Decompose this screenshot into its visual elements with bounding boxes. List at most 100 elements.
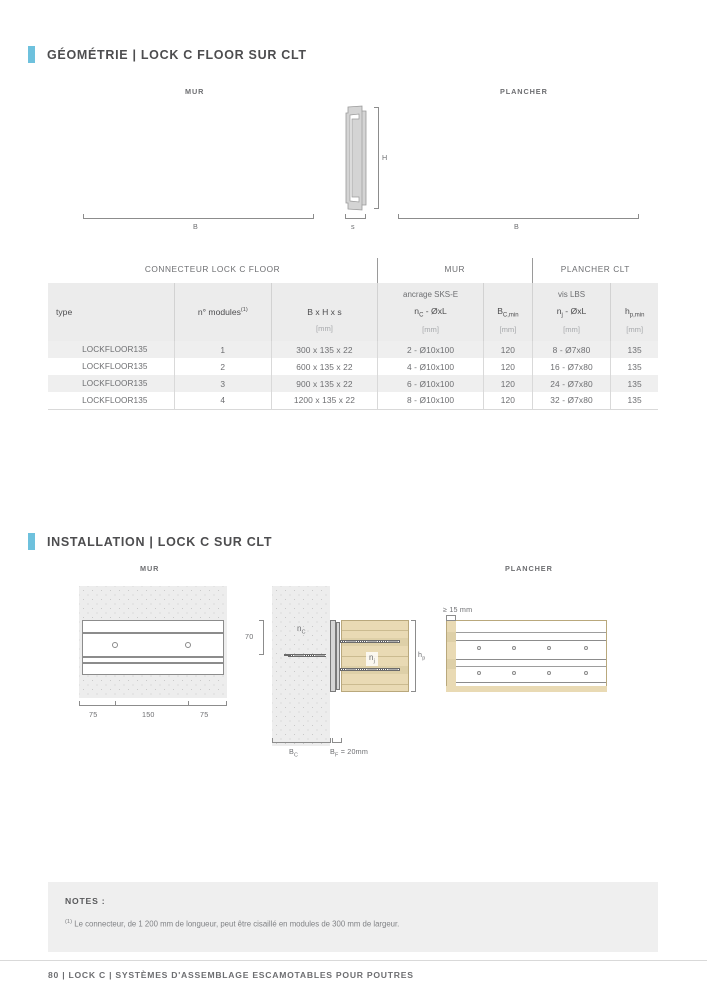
dim-70-tick-bottom (259, 654, 264, 655)
col-header-nj-unit: [mm] (563, 325, 580, 335)
col-header-bhs: B x H x s [mm] (270, 283, 378, 341)
cell-nj: 8 - Ø7x80 (531, 341, 611, 358)
left-dim-tick (188, 701, 189, 706)
install-label-mur: MUR (140, 564, 160, 573)
table-group-mur: MUR (377, 258, 533, 283)
left-dim-150: 150 (142, 710, 155, 719)
note-item: (1) Le connecteur, de 1 200 mm de longue… (65, 916, 585, 931)
cell-modules: 2 (173, 358, 272, 375)
floor-plan-line (456, 640, 606, 641)
label-nc: nC (297, 624, 306, 636)
cell-hpmin: 135 (610, 341, 658, 358)
connector-profile-svg (345, 105, 367, 211)
footer-divider (0, 960, 707, 961)
connector-profile-drawing (344, 105, 370, 216)
col-header-hpmin: hp,min [mm] (610, 283, 658, 341)
connector-steel-section-inner (336, 622, 340, 690)
floor-screw-hole (547, 671, 551, 675)
floor-screw-hole (584, 646, 588, 650)
geo-s-tick-2 (365, 214, 366, 219)
accent-bar-icon (28, 46, 35, 63)
wall-anchor-hole (112, 642, 118, 648)
page-footer: 80 | LOCK C | SYSTÈMES D'ASSEMBLAGE ESCA… (0, 960, 707, 1000)
table-row: LOCKFLOOR135 2 600 x 135 x 22 4 - Ø10x10… (48, 358, 658, 375)
geometry-diagram: MUR PLANCHER H B s B (0, 78, 707, 238)
geo-dim-B-right: B (514, 222, 519, 231)
dim-edge-marker (446, 615, 456, 621)
notes-title: NOTES : (65, 896, 106, 906)
clt-grain-line (342, 630, 408, 631)
left-dim-tick (79, 701, 80, 706)
cell-bcmin: 120 (483, 392, 533, 410)
floor-screw-hole (512, 671, 516, 675)
col-header-nj-sub: vis LBS (557, 289, 586, 299)
col-header-nj: vis LBS nj - ØxL [mm] (531, 283, 611, 341)
geo-s-line (345, 218, 365, 219)
floor-plan-hatch (447, 632, 456, 642)
col-header-nc-unit: [mm] (422, 325, 439, 335)
cell-bhs: 1200 x 135 x 22 (270, 392, 378, 410)
floor-screw-hole (477, 671, 481, 675)
cell-hpmin: 135 (610, 375, 658, 392)
cell-nc: 4 - Ø10x100 (376, 358, 484, 375)
col-header-modules-sup: (1) (240, 307, 248, 314)
geo-s-tick-1 (345, 214, 346, 219)
note-text: Le connecteur, de 1 200 mm de longueur, … (74, 919, 400, 929)
dim-hp-tick-top (411, 620, 416, 621)
notes-box: NOTES : (1) Le connecteur, de 1 200 mm d… (48, 882, 658, 952)
floor-plan-line (456, 666, 606, 667)
geo-b-right-line (398, 218, 638, 219)
dim-hp-label: hp (418, 650, 426, 662)
table-row: LOCKFLOOR135 1 300 x 135 x 22 2 - Ø10x10… (48, 341, 658, 358)
label-nj: nj (366, 652, 379, 666)
dim-hp-line (415, 620, 416, 692)
col-header-nc-sub: ancrage SKS-E (403, 289, 459, 299)
dim-70-label: 70 (245, 632, 254, 641)
left-dim-tick (226, 701, 227, 706)
geo-b-left-tick-1 (83, 214, 84, 219)
col-header-nc-tail: - ØxL (423, 305, 447, 316)
dim-70-tick-top (259, 620, 264, 621)
cell-hpmin: 135 (610, 392, 658, 410)
col-header-bcmin: BC,min [mm] (483, 283, 533, 341)
left-dim-75b: 75 (200, 710, 209, 719)
cell-bhs: 900 x 135 x 22 (270, 375, 378, 392)
cell-type: LOCKFLOOR135 (48, 375, 175, 392)
floor-screw-hole (584, 671, 588, 675)
wall-plate-middle (82, 633, 224, 657)
floor-screw-hole (512, 646, 516, 650)
geo-label-mur: MUR (185, 87, 205, 96)
document-page: GÉOMÉTRIE | LOCK C FLOOR SUR CLT MUR PLA… (0, 0, 707, 1000)
col-header-modules: n° modules(1) (173, 283, 272, 341)
geo-dim-B-left: B (193, 222, 198, 231)
cell-hpmin: 135 (610, 358, 658, 375)
dim-bf-label: BF = 20mm (330, 747, 369, 759)
geo-b-right-tick-2 (638, 214, 639, 219)
col-header-modules-label: n° modules (197, 307, 241, 317)
footer-text: 80 | LOCK C | SYSTÈMES D'ASSEMBLAGE ESCA… (48, 970, 414, 980)
cell-nc: 6 - Ø10x100 (376, 375, 484, 392)
col-header-type: type (48, 283, 175, 341)
cell-bcmin: 120 (483, 375, 533, 392)
floor-screw-hole (547, 646, 551, 650)
dim-70-line (263, 620, 264, 655)
cell-bcmin: 120 (483, 358, 533, 375)
wall-anchor-hole (185, 642, 191, 648)
geo-h-dim-line (378, 107, 379, 209)
col-header-nj-tail: - ØxL (562, 305, 587, 316)
cell-type: LOCKFLOOR135 (48, 341, 175, 358)
floor-plan-line (456, 682, 606, 683)
cell-nc: 8 - Ø10x100 (376, 392, 484, 410)
cell-bhs: 600 x 135 x 22 (270, 358, 378, 375)
dim-bf-tick (332, 738, 333, 743)
dim-bc-label: BC (289, 747, 299, 759)
accent-bar-icon (28, 533, 35, 550)
section-concrete-wall (272, 586, 330, 746)
cell-bhs: 300 x 135 x 22 (270, 341, 378, 358)
table-header-row: type n° modules(1) B x H x s [mm] ancrag… (48, 283, 658, 341)
section-title-installation: INSTALLATION | LOCK C SUR CLT (47, 534, 273, 549)
cell-nj: 16 - Ø7x80 (531, 358, 611, 375)
table-body: LOCKFLOOR135 1 300 x 135 x 22 2 - Ø10x10… (48, 341, 658, 410)
geo-h-dim-tick-top (374, 107, 379, 108)
cell-modules: 1 (173, 341, 272, 358)
